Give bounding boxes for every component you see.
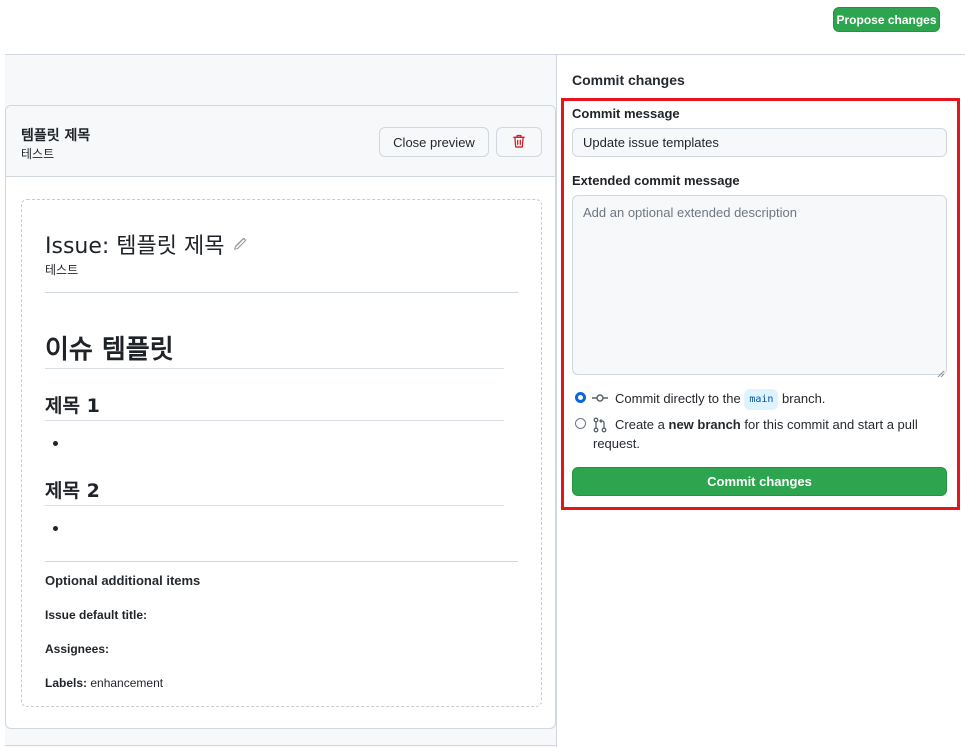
- issue-title-text: Issue: 템플릿 제목: [45, 234, 225, 259]
- git-commit-icon: [592, 391, 608, 408]
- extended-message-textarea[interactable]: [572, 195, 947, 375]
- default-title-row: Issue default title:: [45, 608, 147, 622]
- list-item-bullet: [53, 526, 58, 531]
- new-branch-text-wrap: request.: [593, 436, 640, 451]
- assignees-label: Assignees:: [45, 642, 110, 656]
- commit-message-label: Commit message: [572, 106, 680, 121]
- extended-message-label: Extended commit message: [572, 173, 740, 188]
- delete-template-button[interactable]: [496, 127, 542, 157]
- commit-message-input[interactable]: [572, 128, 947, 157]
- divider: [45, 505, 504, 506]
- commit-changes-heading: Commit changes: [572, 72, 685, 88]
- heading-2-second: 제목 2: [45, 480, 100, 502]
- close-preview-button[interactable]: Close preview: [379, 127, 489, 157]
- divider: [45, 368, 504, 369]
- heading-2-first: 제목 1: [45, 395, 100, 417]
- issue-template-preview: Issue: 템플릿 제목 테스트 이슈 템플릿 제목 1 제목 2 Optio…: [21, 199, 542, 707]
- assignees-row: Assignees:: [45, 642, 109, 656]
- default-title-label: Issue default title:: [45, 608, 148, 622]
- trash-icon: [512, 134, 526, 151]
- labels-value: enhancement: [90, 676, 164, 690]
- divider: [45, 420, 504, 421]
- issue-subtitle: 테스트: [45, 263, 79, 277]
- propose-changes-button[interactable]: Propose changes: [833, 7, 940, 32]
- commit-new-branch-option: Create a new branch for this commit and …: [615, 415, 918, 434]
- branch-name-badge: main: [744, 389, 779, 410]
- divider: [45, 561, 518, 562]
- new-branch-text-pre: Create a: [615, 417, 665, 432]
- optional-items-title: Optional additional items: [45, 573, 201, 588]
- template-subtitle: 테스트: [21, 147, 55, 161]
- issue-title: Issue: 템플릿 제목: [45, 228, 247, 260]
- template-preview-card: 템플릿 제목 테스트 Close preview Issue: 템플릿 제목 테…: [5, 105, 556, 729]
- pane-divider: [556, 55, 557, 747]
- commit-new-branch-radio[interactable]: [575, 418, 586, 429]
- top-bar: Propose changes: [0, 0, 965, 54]
- resize-handle-icon[interactable]: [937, 365, 945, 378]
- new-branch-text-bold: new branch: [668, 417, 741, 432]
- labels-row: Labels: enhancement: [45, 676, 163, 690]
- labels-label: Labels:: [45, 676, 88, 690]
- commit-changes-button[interactable]: Commit changes: [572, 467, 947, 496]
- new-branch-text-post: for this commit and start a pull: [744, 417, 918, 432]
- commit-direct-suffix: branch.: [782, 391, 826, 406]
- commit-direct-option: Commit directly to the main branch.: [615, 389, 825, 410]
- heading-1: 이슈 템플릿: [45, 335, 174, 365]
- commit-direct-radio[interactable]: [575, 392, 586, 403]
- list-item-bullet: [53, 441, 58, 446]
- pencil-icon[interactable]: [233, 232, 247, 257]
- divider: [5, 745, 556, 746]
- commit-direct-text: Commit directly to the: [615, 391, 741, 406]
- template-title: 템플릿 제목: [21, 128, 91, 144]
- preview-header: 템플릿 제목 테스트 Close preview: [6, 106, 555, 177]
- divider: [45, 292, 518, 293]
